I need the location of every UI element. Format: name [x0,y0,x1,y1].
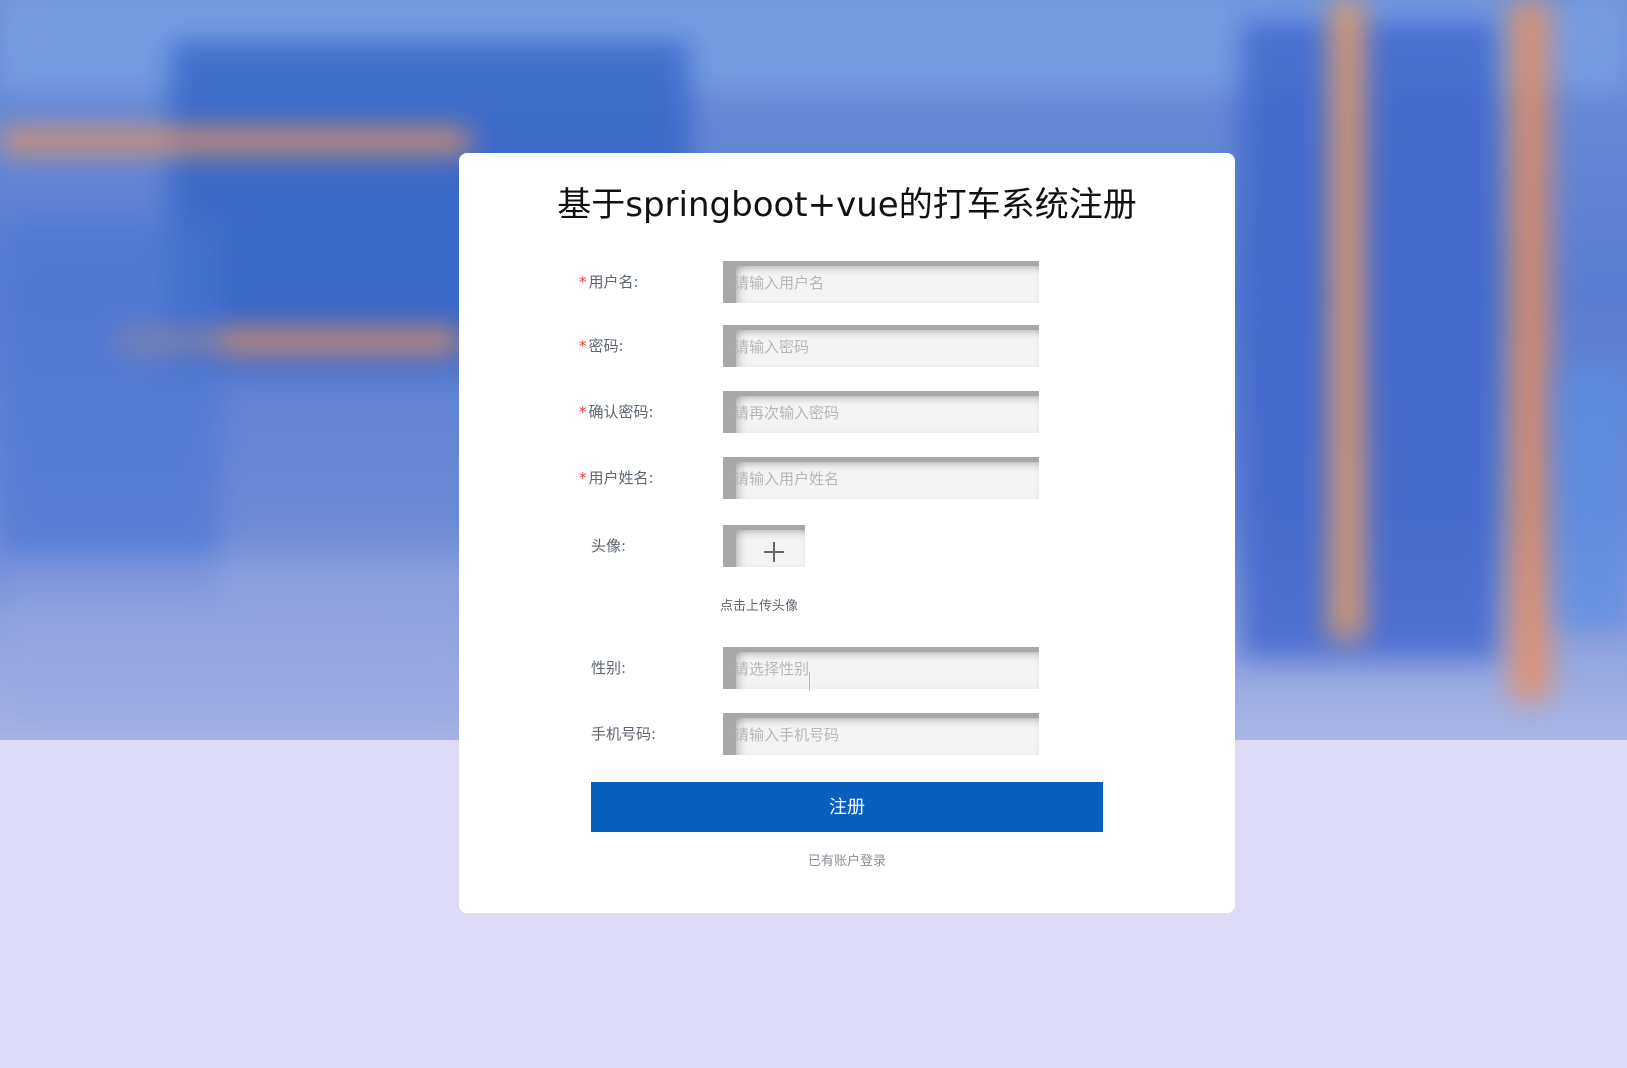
confirm-password-label: * 确认密码: [579,403,654,421]
real-name-row: * 用户姓名: 请输入用户姓名 [459,457,1235,499]
confirm-password-row: * 确认密码: 请再次输入密码 [459,391,1235,433]
avatar-label: 头像: [591,537,627,555]
username-input[interactable]: 请输入用户名 [723,261,1039,303]
username-label: * 用户名: [579,273,639,291]
real-name-label: * 用户姓名: [579,469,654,487]
required-mark: * [579,273,587,291]
avatar-upload-button[interactable] [723,525,805,567]
password-row: * 密码: 请输入密码 [459,325,1235,367]
username-row: * 用户名: 请输入用户名 [459,261,1235,303]
gender-row: 性别: 请选择性别 [459,647,1235,691]
required-mark: * [579,469,587,487]
confirm-password-input[interactable]: 请再次输入密码 [723,391,1039,433]
login-link[interactable]: 已有账户登录 [459,850,1235,869]
phone-label: 手机号码: [591,725,657,743]
register-card: 基于springboot+vue的打车系统注册 * 用户名: 请输入用户名 * 密码… [459,153,1235,913]
password-input[interactable]: 请输入密码 [723,325,1039,367]
avatar-row: 头像: [459,525,1235,567]
real-name-input[interactable]: 请输入用户姓名 [723,457,1039,499]
gender-select[interactable]: 请选择性别 [723,647,1039,691]
plus-icon [764,542,784,562]
phone-row: 手机号码: 请输入手机号码 [459,713,1235,755]
chevron-down-icon [809,672,811,691]
password-label: * 密码: [579,337,624,355]
required-mark: * [579,403,587,421]
phone-input[interactable]: 请输入手机号码 [723,713,1039,755]
gender-label: 性别: [591,659,627,677]
page-title: 基于springboot+vue的打车系统注册 [557,185,1137,225]
avatar-upload-hint: 点击上传头像 [720,599,799,614]
register-button[interactable]: 注册 [591,782,1103,832]
required-mark: * [579,337,587,355]
